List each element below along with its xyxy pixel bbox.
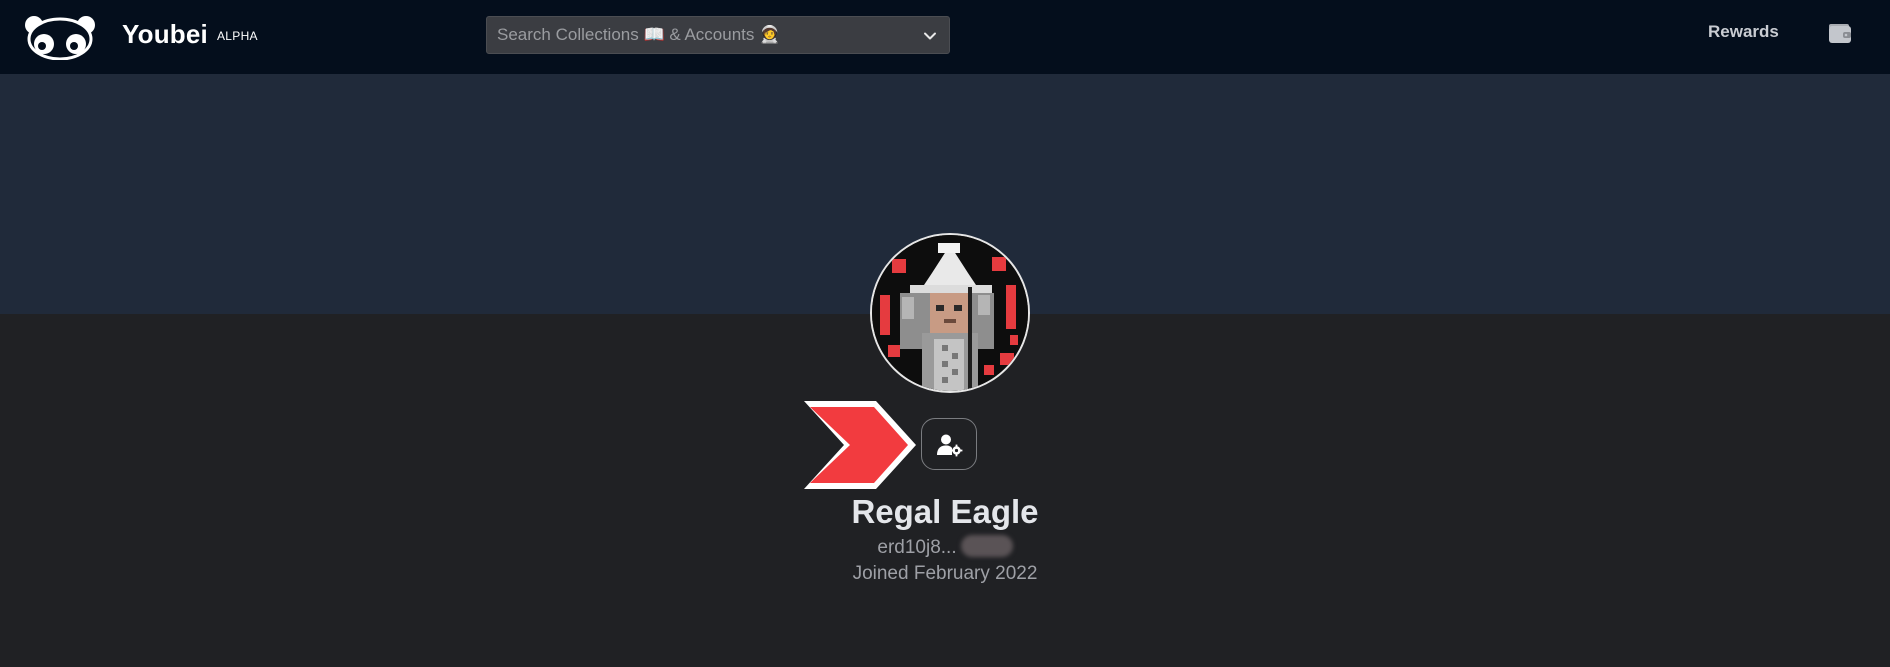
- search-box[interactable]: [486, 16, 950, 54]
- rewards-link[interactable]: Rewards: [1708, 22, 1779, 42]
- wallet-address-row: erd10j8...: [0, 535, 1890, 559]
- red-arrow-icon: [800, 397, 920, 493]
- alpha-badge: ALPHA: [217, 29, 258, 43]
- top-navbar: Youbei ALPHA Rewards: [0, 0, 1890, 74]
- profile-display-name: Regal Eagle: [851, 493, 1039, 530]
- profile-settings-button[interactable]: [921, 418, 977, 470]
- wallet-icon[interactable]: [1827, 20, 1853, 46]
- joined-date: Joined February 2022: [852, 563, 1038, 584]
- wallet-address[interactable]: erd10j8...: [877, 537, 956, 558]
- profile-avatar: [870, 233, 1030, 393]
- redacted-address-blur: [960, 535, 1013, 557]
- brand-name[interactable]: Youbei: [122, 19, 208, 50]
- search-input[interactable]: [487, 17, 917, 53]
- user-gear-icon: [937, 434, 963, 457]
- chevron-down-icon[interactable]: [923, 29, 937, 43]
- panda-logo-icon[interactable]: [24, 14, 96, 61]
